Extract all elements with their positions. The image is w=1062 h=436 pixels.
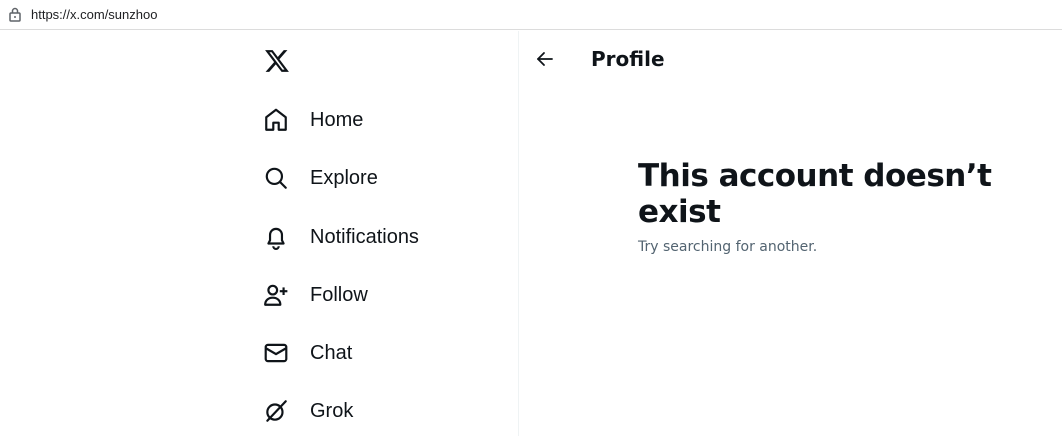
envelope-icon	[263, 340, 289, 366]
url-text[interactable]: https://x.com/sunzhoo	[31, 7, 157, 22]
sidebar-item-grok[interactable]: Grok	[258, 389, 498, 433]
sidebar-item-explore[interactable]: Explore	[258, 156, 498, 200]
sidebar-item-label: Grok	[310, 399, 354, 422]
lock-icon[interactable]	[8, 6, 22, 22]
back-button[interactable]	[530, 47, 560, 75]
search-icon	[263, 165, 289, 191]
page-title: Profile	[591, 47, 665, 71]
empty-state-subtitle: Try searching for another.	[638, 239, 818, 255]
empty-state-title: This account doesn’t exist	[638, 158, 992, 230]
arrow-left-icon	[536, 51, 554, 72]
browser-address-bar[interactable]: https://x.com/sunzhoo	[0, 0, 1062, 30]
home-icon	[263, 107, 289, 133]
bell-icon	[263, 224, 289, 250]
sidebar-item-chat[interactable]: Chat	[258, 331, 498, 375]
grok-icon	[263, 398, 289, 424]
sidebar-item-home[interactable]: Home	[258, 98, 498, 142]
person-add-icon	[263, 282, 289, 308]
sidebar-item-label: Home	[310, 108, 364, 131]
x-logo-icon[interactable]	[264, 49, 290, 73]
sidebar-item-label: Chat	[310, 341, 353, 364]
sidebar-item-label: Follow	[310, 283, 368, 306]
sidebar-item-follow[interactable]: Follow	[258, 273, 498, 317]
sidebar-item-label: Explore	[310, 166, 378, 189]
sidebar-item-notifications[interactable]: Notifications	[258, 215, 498, 259]
sidebar-item-label: Notifications	[310, 225, 419, 248]
